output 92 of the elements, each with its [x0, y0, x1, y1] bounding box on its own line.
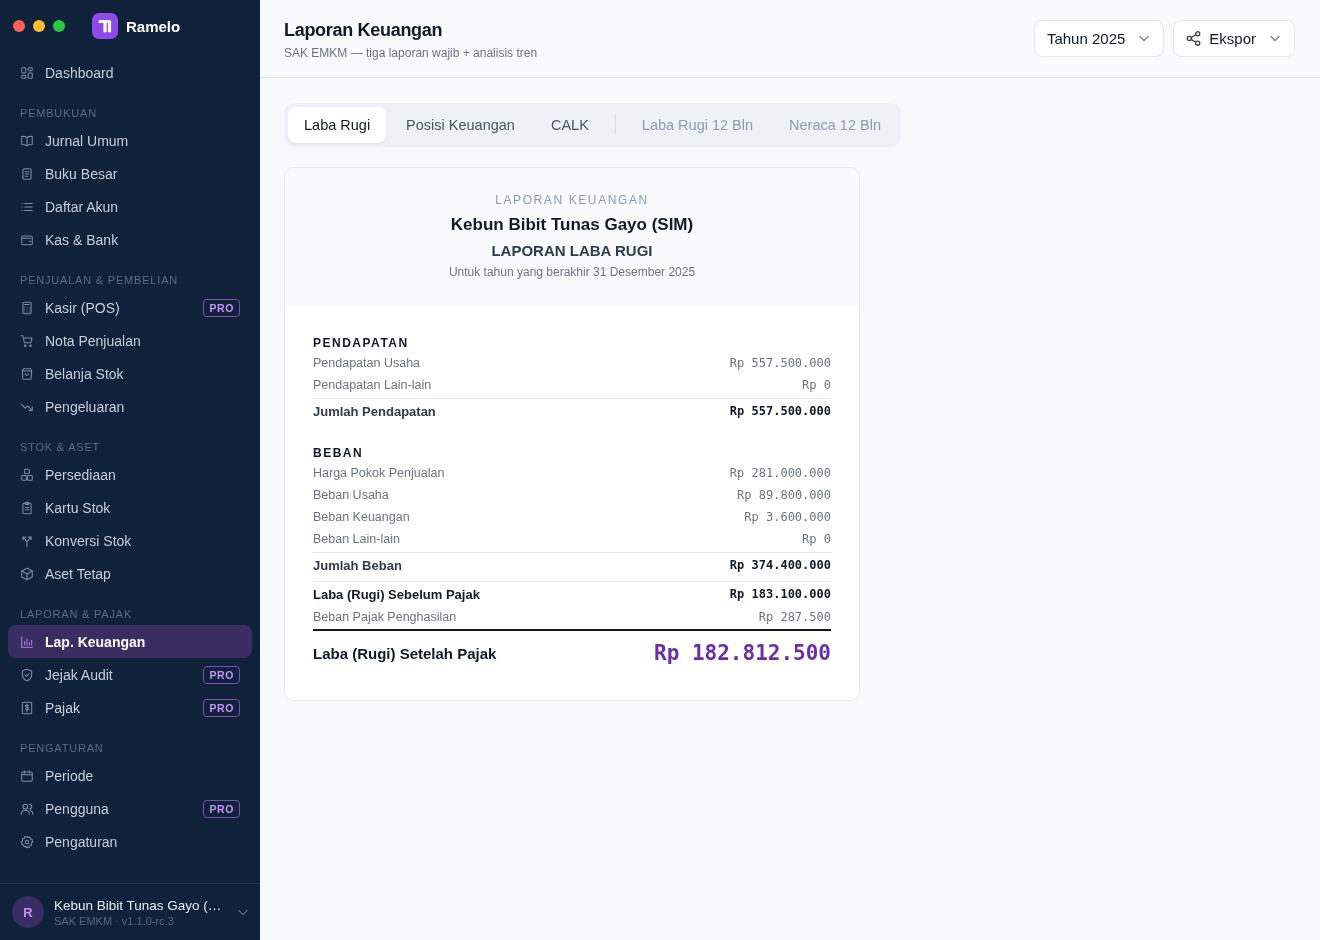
- total-label: Jumlah Beban: [313, 557, 402, 573]
- bar-chart-icon: [20, 634, 34, 649]
- section-heading: PENJUALAN & PEMBELIAN: [20, 273, 179, 287]
- section-heading: PENDAPATAN: [313, 336, 409, 350]
- total-label: Jumlah Pendapatan: [313, 403, 436, 419]
- boxes-icon: [20, 467, 34, 482]
- chevron-down-icon: [1139, 35, 1150, 42]
- window-minimize-icon[interactable]: [33, 20, 45, 32]
- chevron-down-icon: [1270, 35, 1280, 42]
- tier-badge: PRO: [203, 665, 240, 684]
- line-item-amount: Rp 0: [802, 532, 831, 546]
- calendar-icon: [20, 768, 34, 783]
- line-item-amount: Rp 89.800.000: [737, 488, 831, 502]
- grid-icon: [20, 65, 34, 80]
- brand-name: Ramelo: [126, 17, 181, 35]
- section-heading: STOK & ASET: [20, 440, 102, 454]
- window-close-icon[interactable]: [13, 20, 25, 32]
- avatar: R: [12, 896, 44, 928]
- line-item-label: Pendapatan Lain-lain: [313, 378, 432, 392]
- tab[interactable]: CALK: [534, 107, 605, 143]
- clipboard-icon: [20, 500, 34, 515]
- account-subtitle: SAK EMKM · v1.1.0-rc.3: [54, 913, 175, 928]
- nav-item[interactable]: Kas & Bank: [8, 223, 252, 256]
- section-heading: BEBAN: [313, 446, 364, 460]
- cart-icon: [20, 333, 34, 348]
- window-maximize-icon[interactable]: [53, 20, 65, 32]
- share-icon: [1186, 31, 1202, 46]
- chevron-down-icon[interactable]: [238, 908, 248, 916]
- users-icon: [20, 801, 34, 816]
- tier-badge: PRO: [203, 799, 240, 818]
- report-title: LAPORAN LABA RUGI: [491, 241, 653, 261]
- line-item-amount: Rp 557.500.000: [729, 356, 831, 370]
- line-item-label: Harga Pokok Penjualan: [313, 466, 445, 480]
- nav-item[interactable]: Jejak Audit PRO: [8, 658, 252, 691]
- dollar-document-icon: [20, 700, 34, 715]
- subtotal-label: Laba (Rugi) Sebelum Pajak: [313, 586, 480, 602]
- nav-item[interactable]: Dashboard: [8, 56, 252, 89]
- settings-icon: [20, 834, 34, 849]
- line-item-amount: Rp 287.500: [758, 610, 831, 624]
- export-button[interactable]: Ekspor: [1173, 20, 1295, 57]
- cube-icon: [20, 566, 34, 581]
- nav-item[interactable]: Jurnal Umum: [8, 124, 252, 157]
- account-name: Kebun Bibit Tunas Gayo (…: [54, 896, 222, 914]
- split-arrows-icon: [20, 533, 34, 548]
- section-heading: LAPORAN & PAJAK: [20, 607, 134, 621]
- report-period: Untuk tahun yang berakhir 31 Desember 2025: [448, 264, 696, 280]
- tab[interactable]: Laba Rugi: [288, 107, 387, 143]
- book-icon: [20, 133, 34, 148]
- wallet-icon: [20, 232, 34, 247]
- company-name: Kebun Bibit Tunas Gayo (SIM): [450, 214, 694, 236]
- nav-item[interactable]: Nota Penjualan: [8, 324, 252, 357]
- nav-item[interactable]: Periode: [8, 759, 252, 792]
- nav-item[interactable]: Konversi Stok: [8, 524, 252, 557]
- section-heading: PENGATURAN: [20, 741, 105, 755]
- bag-icon: [20, 366, 34, 381]
- nav-item[interactable]: Pengguna PRO: [8, 792, 252, 825]
- tier-badge: PRO: [203, 298, 240, 317]
- nav-item[interactable]: Pengaturan: [8, 825, 252, 858]
- line-item-amount: Rp 0: [802, 378, 831, 392]
- nav-item[interactable]: Kartu Stok: [8, 491, 252, 524]
- subtotal-amount: Rp 183.100.000: [729, 587, 831, 601]
- year-select[interactable]: Tahun 2025: [1033, 20, 1165, 57]
- tier-badge: PRO: [203, 698, 240, 717]
- line-item-label: Beban Lain-lain: [313, 532, 400, 546]
- nav-item[interactable]: Daftar Akun: [8, 190, 252, 223]
- page-title: Laporan Keuangan: [284, 19, 444, 41]
- line-item-amount: Rp 281.000.000: [729, 466, 831, 480]
- nav-item[interactable]: Pajak PRO: [8, 691, 252, 724]
- line-item-label: Beban Keuangan: [313, 510, 410, 524]
- document-icon: [20, 166, 34, 181]
- page-subtitle: SAK EMKM — tiga laporan wajib + analisis tren: [284, 45, 538, 61]
- tab[interactable]: Posisi Keuangan: [390, 107, 531, 143]
- line-item-label: Beban Pajak Penghasilan: [313, 610, 457, 624]
- nav-item[interactable]: Lap. Keuangan: [8, 625, 252, 658]
- total-amount: Rp 557.500.000: [729, 404, 831, 418]
- calculator-icon: [20, 300, 34, 315]
- nav-item[interactable]: Aset Tetap: [8, 557, 252, 590]
- nav-item[interactable]: Persediaan: [8, 458, 252, 491]
- nav-item[interactable]: Buku Besar: [8, 157, 252, 190]
- report-eyebrow: LAPORAN KEUANGAN: [495, 192, 649, 208]
- nav-item[interactable]: Belanja Stok: [8, 357, 252, 390]
- shield-check-icon: [20, 667, 34, 682]
- total-amount: Rp 374.400.000: [729, 558, 831, 572]
- line-item-label: Pendapatan Usaha: [313, 356, 421, 370]
- net-profit-label: Laba (Rugi) Setelah Pajak: [313, 644, 497, 662]
- section-heading: PEMBUKUAN: [20, 106, 98, 120]
- line-item-label: Beban Usaha: [313, 488, 389, 502]
- line-item-amount: Rp 3.600.000: [744, 510, 831, 524]
- net-profit-amount: Rp 182.812.500: [654, 641, 831, 665]
- app-logo-icon: [92, 13, 118, 39]
- nav-item[interactable]: Pengeluaran: [8, 390, 252, 423]
- nav-item[interactable]: Kasir (POS) PRO: [8, 291, 252, 324]
